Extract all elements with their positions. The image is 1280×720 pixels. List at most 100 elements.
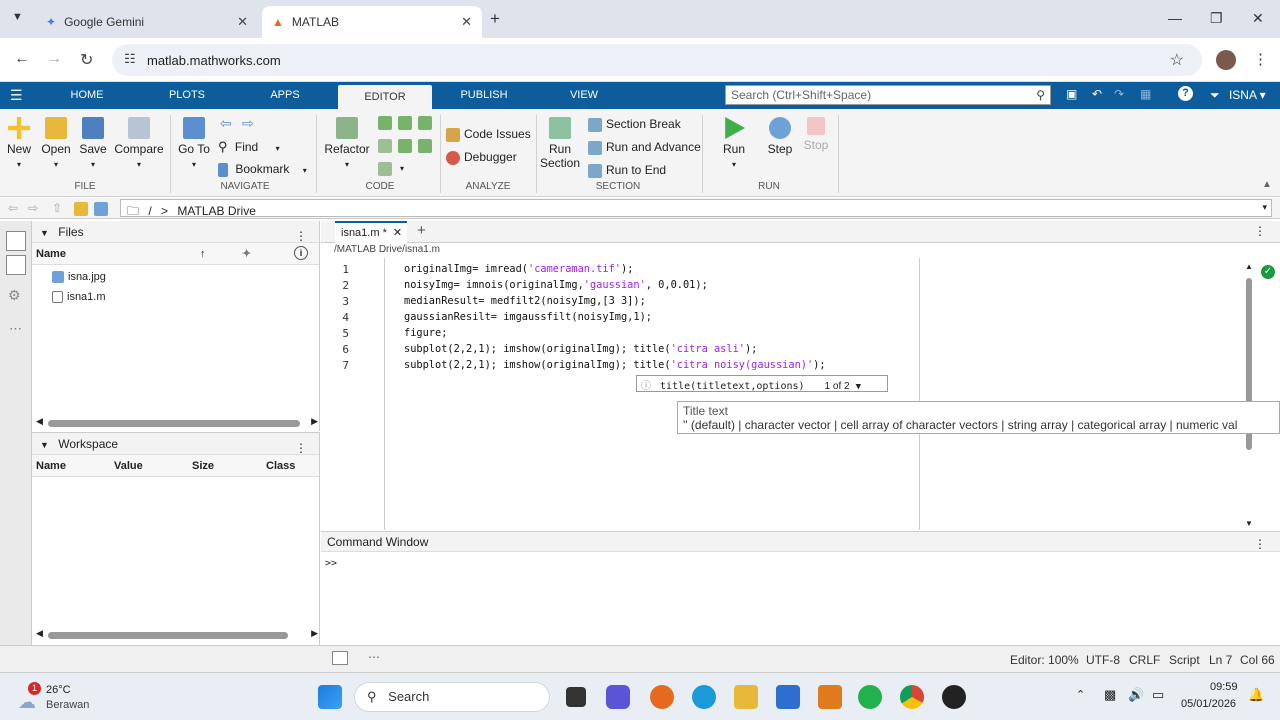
volume-icon[interactable]: 🔊 <box>1128 687 1144 703</box>
collapse-ribbon-icon[interactable]: ▲ <box>1262 179 1272 190</box>
panel-menu-icon[interactable]: ⋮ <box>1254 534 1266 554</box>
code-issues-button[interactable]: Code Issues <box>446 127 531 142</box>
bookmark-button[interactable]: Bookmark ▾ <box>218 162 307 177</box>
workspace-panel-header[interactable]: ▼ Workspace ⋮ <box>32 433 319 455</box>
cursor-col[interactable]: Col 66 <box>1240 653 1275 667</box>
tab-list-icon[interactable]: ▼ <box>12 11 23 23</box>
files-panel-header[interactable]: ▼ Files ⋮ <box>32 221 319 243</box>
zoom-level[interactable]: Editor: 100% <box>1010 653 1079 667</box>
panel-toggle-icon[interactable] <box>332 651 348 665</box>
section-break-button[interactable]: Section Break <box>588 117 681 132</box>
help-icon[interactable]: ? <box>1178 86 1193 101</box>
clock-date[interactable]: 05/01/2026 <box>1181 698 1236 710</box>
file-type[interactable]: Script <box>1169 653 1200 667</box>
refactor-button[interactable]: Refactor ▾ <box>324 117 370 170</box>
list-item[interactable]: isna1.m <box>52 291 106 304</box>
scroll-left-icon[interactable]: ◀ <box>36 416 43 427</box>
code-tool-dropdown-icon[interactable]: ▾ <box>400 164 404 173</box>
code-tool-icon[interactable] <box>378 116 392 130</box>
close-tab-icon[interactable]: ✕ <box>393 227 402 239</box>
col-size[interactable]: Size <box>192 455 214 477</box>
code-line[interactable]: medianResult= medfilt2(noisyImg,[3 3]); <box>404 295 646 307</box>
back-icon[interactable]: ← <box>14 50 30 68</box>
path-breadcrumb[interactable]: 🗀 / > MATLAB Drive ▾ <box>120 199 1272 218</box>
forward-icon[interactable]: → <box>46 50 62 68</box>
more-icon[interactable]: ⋯ <box>368 650 380 664</box>
command-prompt[interactable]: >> <box>321 552 1280 575</box>
obs-icon[interactable] <box>942 685 966 709</box>
open-button[interactable]: Open ▾ <box>40 117 72 170</box>
window-layout-icon[interactable]: ▦ <box>1140 87 1151 101</box>
close-tab-icon[interactable]: ✕ <box>461 14 472 30</box>
debugger-button[interactable]: Debugger <box>446 150 517 165</box>
user-menu[interactable]: ⏷ ISNA ▾ <box>1210 88 1266 103</box>
weather-widget[interactable]: ☁ 1 26°C Berawan <box>18 682 108 714</box>
maximize-icon[interactable]: ❐ <box>1210 10 1223 27</box>
browser-menu-icon[interactable]: ⋮ <box>1253 50 1268 68</box>
line-endings[interactable]: CRLF <box>1129 653 1160 667</box>
browser-tab-matlab[interactable]: ▲ MATLAB ✕ <box>262 6 482 38</box>
chrome-icon[interactable] <box>900 685 924 709</box>
new-editor-tab-icon[interactable]: + <box>417 222 426 239</box>
avatar[interactable] <box>1216 50 1236 70</box>
code-line[interactable]: noisyImg= imnois(originalImg,'gaussian',… <box>404 279 708 291</box>
folder-forward-icon[interactable]: ⇨ <box>28 201 38 215</box>
taskbar-search[interactable]: ⚲ Search <box>354 682 550 712</box>
code-line[interactable]: subplot(2,2,1); imshow(originalImg); tit… <box>404 359 826 371</box>
code-line[interactable]: figure; <box>404 327 447 339</box>
run-to-end-button[interactable]: Run to End <box>588 163 666 178</box>
save-icon[interactable]: ▣ <box>1066 87 1077 101</box>
run-and-advance-button[interactable]: Run and Advance <box>588 140 701 155</box>
scroll-left-icon[interactable]: ◀ <box>36 628 43 639</box>
network-icon[interactable]: ▩ <box>1104 687 1116 703</box>
editor-vscrollbar[interactable]: ▲ ▼ <box>1244 262 1254 528</box>
site-info-icon[interactable]: ☷ <box>124 51 136 67</box>
reload-icon[interactable]: ↻ <box>80 50 93 70</box>
nav-back-icon[interactable]: ⇦ <box>220 115 232 132</box>
code-tool-icon[interactable] <box>418 116 432 130</box>
close-tab-icon[interactable]: ✕ <box>237 14 248 30</box>
tab-view[interactable]: VIEW <box>548 82 620 109</box>
browser-tab-gemini[interactable]: ✦ Google Gemini ✕ <box>36 6 258 38</box>
git-status-icon[interactable]: ✦ <box>242 243 251 265</box>
command-window[interactable]: Command Window ⋮ >> <box>321 531 1280 645</box>
meet-icon[interactable] <box>606 685 630 709</box>
battery-icon[interactable]: ▭ <box>1152 687 1164 703</box>
matlab-search-input[interactable]: Search (Ctrl+Shift+Space) ⚲ <box>725 85 1051 105</box>
encoding[interactable]: UTF-8 <box>1086 653 1120 667</box>
code-line[interactable]: originalImg= imread('cameraman.tif'); <box>404 263 633 275</box>
list-item[interactable]: isna.jpg <box>52 271 106 284</box>
new-button[interactable]: New ▾ <box>4 117 34 170</box>
stop-button[interactable]: Stop <box>800 117 832 152</box>
workspace-panel-icon[interactable] <box>6 255 26 275</box>
code-tool-icon[interactable] <box>378 139 392 153</box>
firefox-icon[interactable] <box>650 685 674 709</box>
notifications-icon[interactable]: 🔔 <box>1248 687 1264 703</box>
scroll-up-icon[interactable]: ▲ <box>1245 262 1253 271</box>
windows-start-icon[interactable] <box>318 685 342 709</box>
code-tool-icon[interactable] <box>378 162 392 176</box>
open-folder-icon[interactable] <box>94 202 108 216</box>
undo-icon[interactable]: ↶ <box>1092 87 1102 101</box>
collapse-icon[interactable]: ▼ <box>40 440 49 450</box>
more-panels-icon[interactable]: ⋯ <box>9 321 22 337</box>
files-panel-icon[interactable] <box>6 231 26 251</box>
function-signature-hint[interactable]: ⓘ title(titletext,options) 1 of 2 ▼ <box>636 375 888 392</box>
code-tool-icon[interactable] <box>418 139 432 153</box>
code-tool-icon[interactable] <box>398 139 412 153</box>
path-dropdown-icon[interactable]: ▾ <box>1262 202 1267 213</box>
files-hscrollbar[interactable]: ◀ ▶ <box>36 416 318 428</box>
tab-editor[interactable]: EDITOR <box>338 85 432 109</box>
col-class[interactable]: Class <box>266 455 295 477</box>
tab-publish[interactable]: PUBLISH <box>446 82 522 109</box>
find-button[interactable]: ⚲ Find ▾ <box>218 139 280 155</box>
bookmark-star-icon[interactable]: ☆ <box>1170 50 1184 70</box>
cursor-line[interactable]: Ln 7 <box>1209 653 1232 667</box>
next-signature-icon[interactable]: ▼ <box>856 382 861 392</box>
collapse-icon[interactable]: ▼ <box>40 228 49 238</box>
tab-plots[interactable]: PLOTS <box>150 82 224 109</box>
save-button[interactable]: Save ▾ <box>78 117 108 170</box>
edge-icon[interactable] <box>692 685 716 709</box>
col-name[interactable]: Name <box>36 455 66 477</box>
minimize-icon[interactable]: — <box>1168 10 1182 26</box>
